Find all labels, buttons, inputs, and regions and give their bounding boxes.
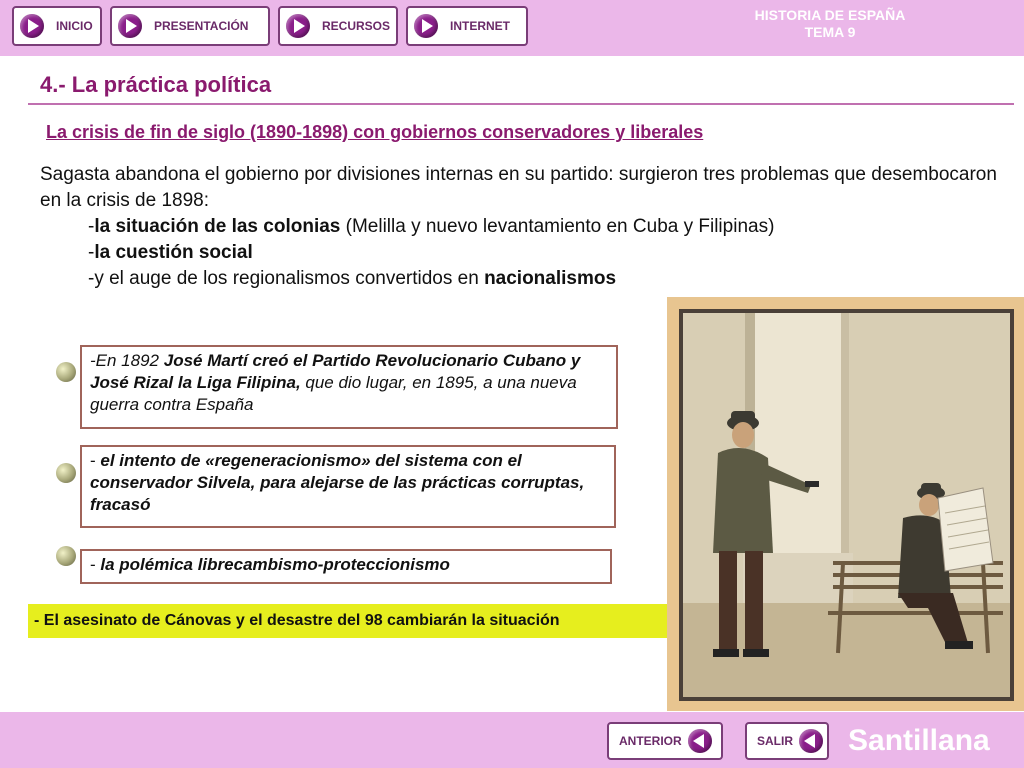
salir-label: SALIR [757, 734, 793, 748]
bullet-dot-icon [56, 546, 76, 566]
problem-nationalism-bold: nacionalismos [484, 268, 617, 289]
box1-intro: -En 1892 [90, 351, 164, 370]
intro-paragraph: Sagasta abandona el gobierno por divisio… [40, 164, 997, 211]
course-name: HISTORIA DE ESPAÑA [754, 7, 906, 23]
info-box-librecambismo: - la polémica librecambismo-proteccionis… [80, 549, 612, 584]
title-divider [28, 103, 1014, 105]
problem-colonies-bold: la situación de las colonias [94, 216, 341, 237]
problem-social-bold: la cuestión social [94, 242, 253, 263]
publisher-logo: Santillana [848, 724, 990, 757]
box3-dash: - [90, 555, 101, 574]
course-topic: TEMA 9 [804, 24, 856, 40]
bullet-dot-icon [56, 362, 76, 382]
internet-label: INTERNET [450, 19, 510, 33]
back-arrow-icon [799, 729, 823, 753]
internet-button[interactable]: INTERNET [406, 6, 528, 46]
inicio-label: INICIO [56, 19, 93, 33]
top-bar: INICIO PRESENTACIÓN RECURSOS INTERNET HI… [0, 0, 1024, 56]
play-arrow-icon [414, 14, 438, 38]
painting-image [667, 297, 1024, 711]
recursos-label: RECURSOS [322, 19, 391, 33]
recursos-button[interactable]: RECURSOS [278, 6, 398, 46]
page-title: 4.- La práctica política [40, 72, 272, 97]
problem-nationalism-text: -y el auge de los regionalismos converti… [88, 268, 485, 289]
painting-canvas [683, 313, 1010, 697]
problem-item-colonies: -la situación de las colonias (Melilla y… [88, 216, 775, 237]
play-arrow-icon [20, 14, 44, 38]
box2-dash: - [90, 451, 101, 470]
highlight-conclusion: - El asesinato de Cánovas y el desastre … [28, 604, 676, 638]
painting-frame [679, 309, 1014, 701]
box2-bold: el intento de «regeneracionismo» del sis… [90, 451, 585, 514]
assassination-illustration [683, 313, 1010, 697]
presentacion-label: PRESENTACIÓN [154, 19, 249, 33]
box3-bold: la polémica librecambismo-proteccionismo [100, 555, 450, 574]
anterior-label: ANTERIOR [619, 734, 682, 748]
page-subtitle: La crisis de fin de siglo (1890-1898) co… [46, 122, 704, 142]
info-box-regeneracionismo: - el intento de «regeneracionismo» del s… [80, 445, 616, 528]
problem-item-social: -la cuestión social [88, 242, 253, 263]
anterior-button[interactable]: ANTERIOR [607, 722, 723, 760]
presentacion-button[interactable]: PRESENTACIÓN [110, 6, 270, 46]
intro-text: Sagasta abandona el gobierno por divisio… [40, 162, 1000, 292]
play-arrow-icon [286, 14, 310, 38]
play-arrow-icon [118, 14, 142, 38]
back-arrow-icon [687, 729, 712, 753]
bullet-dot-icon [56, 463, 76, 483]
inicio-button[interactable]: INICIO [12, 6, 102, 46]
info-box-marti-rizal: -En 1892 José Martí creó el Partido Revo… [80, 345, 618, 429]
problem-colonies-detail: (Melilla y nuevo levantamiento en Cuba y… [340, 216, 775, 237]
problem-item-nationalism: -y el auge de los regionalismos converti… [40, 266, 1000, 292]
bottom-bar: ANTERIOR SALIR Santillana [0, 712, 1024, 768]
salir-button[interactable]: SALIR [745, 722, 829, 760]
course-title: HISTORIA DE ESPAÑA TEMA 9 [720, 7, 940, 41]
